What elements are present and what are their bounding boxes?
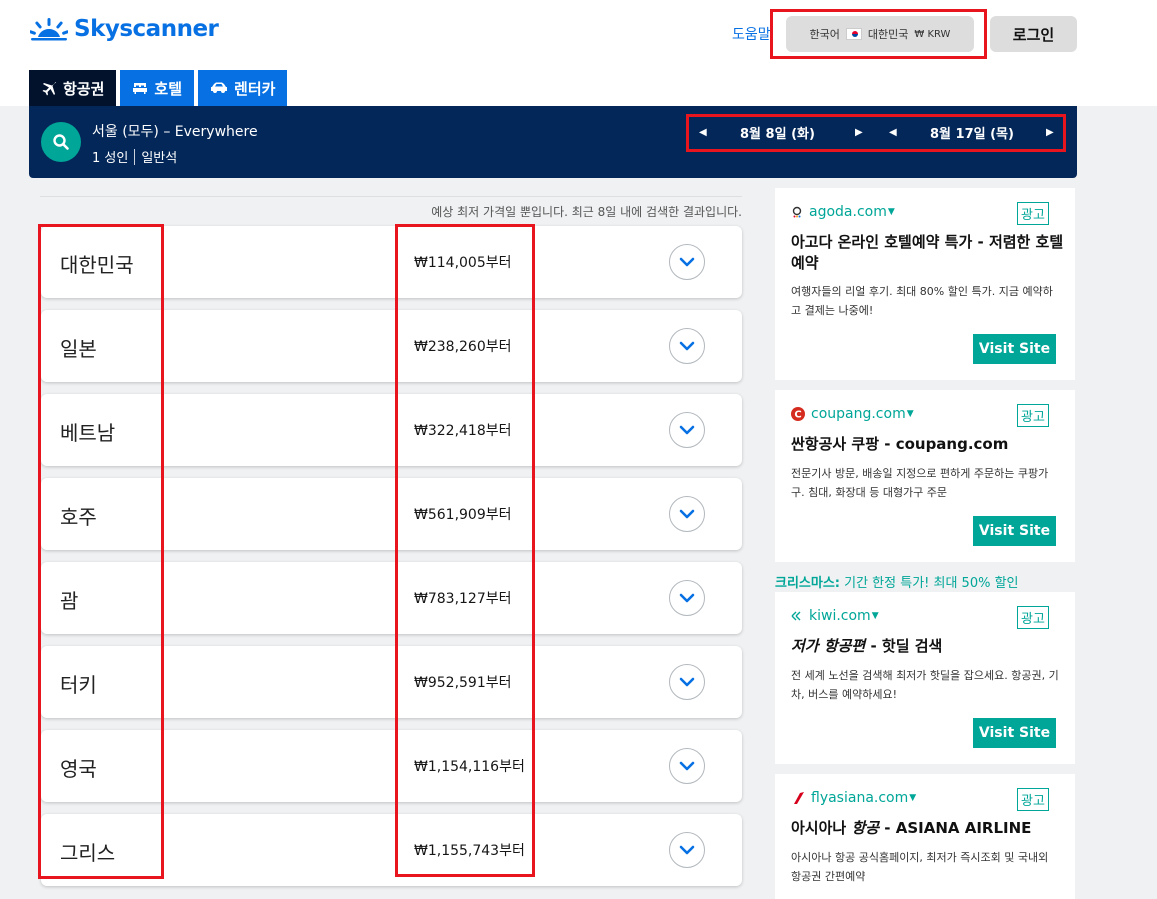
dropdown-caret-icon: ▼ xyxy=(887,207,895,217)
expand-button[interactable] xyxy=(669,244,705,280)
ad-description: 아시아나 항공 공식홈페이지, 최저가 즉시조회 및 국내외 항공권 간편예약 xyxy=(791,851,1049,883)
product-tabs: 항공권 호텔 렌터카 xyxy=(29,70,288,106)
search-icon xyxy=(53,134,69,150)
ad-card-kiwi[interactable]: kiwi.com ▼ 광고 저가 항공편 - 핫딜 검색 전 세계 노선을 검색해… xyxy=(775,592,1075,764)
cabin-class: 일반석 xyxy=(141,151,178,166)
expand-button[interactable] xyxy=(669,748,705,784)
ad-badge: 광고 xyxy=(1017,788,1049,811)
dropdown-caret-icon: ▼ xyxy=(909,793,917,803)
chevron-down-icon xyxy=(679,593,695,603)
ad-badge: 광고 xyxy=(1017,606,1049,629)
price-column-highlight-box xyxy=(395,224,535,877)
plane-icon xyxy=(42,82,56,96)
ad-domain-text: flyasiana.com xyxy=(811,790,909,806)
passenger-count: 1 성인 xyxy=(92,151,129,166)
ad-description: 전문기사 방문, 배송일 지정으로 편하게 주문하는 쿠팡가구. 침대, 화장대… xyxy=(791,467,1049,499)
ad-title[interactable]: 아시아나 항공 - ASIANA AIRLINE xyxy=(791,818,1066,839)
ad-domain-text: coupang.com xyxy=(811,406,906,422)
visit-site-button[interactable]: Visit Site xyxy=(973,334,1056,364)
tab-flights[interactable]: 항공권 xyxy=(29,70,117,106)
dropdown-caret-icon: ▼ xyxy=(906,409,914,419)
ad-title-rest: - 핫딜 검색 xyxy=(865,637,943,655)
ad-domain-text: agoda.com xyxy=(809,204,887,220)
help-link[interactable]: 도움말 xyxy=(732,24,771,44)
expand-button[interactable] xyxy=(669,328,705,364)
chevron-down-icon xyxy=(679,509,695,519)
tab-car-hire[interactable]: 렌터카 xyxy=(198,70,288,106)
ad-domain[interactable]: agoda.com ▼ xyxy=(791,204,895,220)
ad-title-a: 아시아나 xyxy=(791,819,852,837)
ad-description: 전 세계 노선을 검색해 최저가 핫딜을 잡으세요. 항공권, 기차, 버스를 … xyxy=(791,669,1059,701)
country-column-highlight-box xyxy=(38,224,164,879)
expand-button[interactable] xyxy=(669,664,705,700)
ad-badge: 광고 xyxy=(1017,202,1049,225)
route-text: 서울 (모두) – Everywhere xyxy=(92,124,258,140)
ad-description: 여행자들의 리얼 후기. 최대 80% 할인 특가. 지금 예약하고 결제는 나… xyxy=(791,285,1053,317)
promo-label: 크리스마스: xyxy=(775,576,840,591)
ad-card-agoda[interactable]: agoda.com ▼ 광고 아고다 온라인 호텔예약 특가 - 저렴한 호텔 예… xyxy=(775,188,1075,380)
sunrise-logo-icon xyxy=(30,18,68,41)
ad-domain-text: kiwi.com xyxy=(809,608,871,624)
ad-domain[interactable]: flyasiana.com ▼ xyxy=(791,790,916,806)
dropdown-caret-icon: ▼ xyxy=(871,611,879,621)
visit-site-button[interactable]: Visit Site xyxy=(973,718,1056,748)
coupang-logo-icon: C xyxy=(791,407,805,421)
skyscanner-logo[interactable]: Skyscanner xyxy=(30,16,219,42)
expand-button[interactable] xyxy=(669,412,705,448)
passenger-info: 1 성인 일반석 xyxy=(92,147,177,166)
asiana-logo-icon xyxy=(794,792,804,804)
tab-hotels-label: 호텔 xyxy=(154,79,183,98)
price-disclaimer: 예상 최저 가격일 뿐입니다. 최근 8일 내에 검색한 결과입니다. xyxy=(40,196,742,220)
ad-title[interactable]: 싼항공사 쿠팡 - coupang.com xyxy=(791,434,1066,455)
edit-search-button[interactable] xyxy=(41,122,81,162)
dates-highlight-box xyxy=(686,114,1066,152)
tab-car-hire-label: 렌터카 xyxy=(234,79,276,98)
ad-card-flyasiana[interactable]: flyasiana.com ▼ 광고 아시아나 항공 - ASIANA AIRLI… xyxy=(775,774,1075,899)
chevron-down-icon xyxy=(679,677,695,687)
promo-banner[interactable]: 크리스마스: 기간 한정 특가! 최대 50% 할인 xyxy=(775,572,1019,591)
ad-domain[interactable]: kiwi.com ▼ xyxy=(791,608,879,624)
chevron-down-icon xyxy=(679,257,695,267)
promo-text: 기간 한정 특가! 최대 50% 할인 xyxy=(840,576,1019,591)
kiwi-logo-icon xyxy=(791,611,801,621)
expand-button[interactable] xyxy=(669,496,705,532)
tab-flights-label: 항공권 xyxy=(63,79,105,98)
ad-card-coupang[interactable]: C coupang.com ▼ 광고 싼항공사 쿠팡 - coupang.com … xyxy=(775,390,1075,562)
ad-title[interactable]: 아고다 온라인 호텔예약 특가 - 저렴한 호텔 예약 xyxy=(791,232,1066,274)
logo-text: Skyscanner xyxy=(74,16,219,42)
ad-title[interactable]: 저가 항공편 - 핫딜 검색 xyxy=(791,636,1066,657)
svg-text:C: C xyxy=(794,410,801,421)
expand-button[interactable] xyxy=(669,832,705,868)
chevron-down-icon xyxy=(679,425,695,435)
chevron-down-icon xyxy=(679,761,695,771)
ad-title-rest: - ASIANA AIRLINE xyxy=(879,819,1032,837)
tab-hotels[interactable]: 호텔 xyxy=(120,70,195,106)
visit-site-button[interactable]: Visit Site xyxy=(973,516,1056,546)
ad-badge: 광고 xyxy=(1017,404,1049,427)
ad-title-italic: 항공 xyxy=(851,819,880,837)
ad-title-italic: 저가 항공편 xyxy=(791,637,866,655)
expand-button[interactable] xyxy=(669,580,705,616)
bed-icon xyxy=(133,83,148,94)
ad-domain[interactable]: C coupang.com ▼ xyxy=(791,406,914,422)
agoda-logo-icon xyxy=(792,206,802,218)
divider xyxy=(134,148,136,165)
chevron-down-icon xyxy=(679,845,695,855)
locale-highlight-box xyxy=(770,9,987,59)
chevron-down-icon xyxy=(679,341,695,351)
car-icon xyxy=(211,82,228,93)
login-button[interactable]: 로그인 xyxy=(990,16,1077,52)
